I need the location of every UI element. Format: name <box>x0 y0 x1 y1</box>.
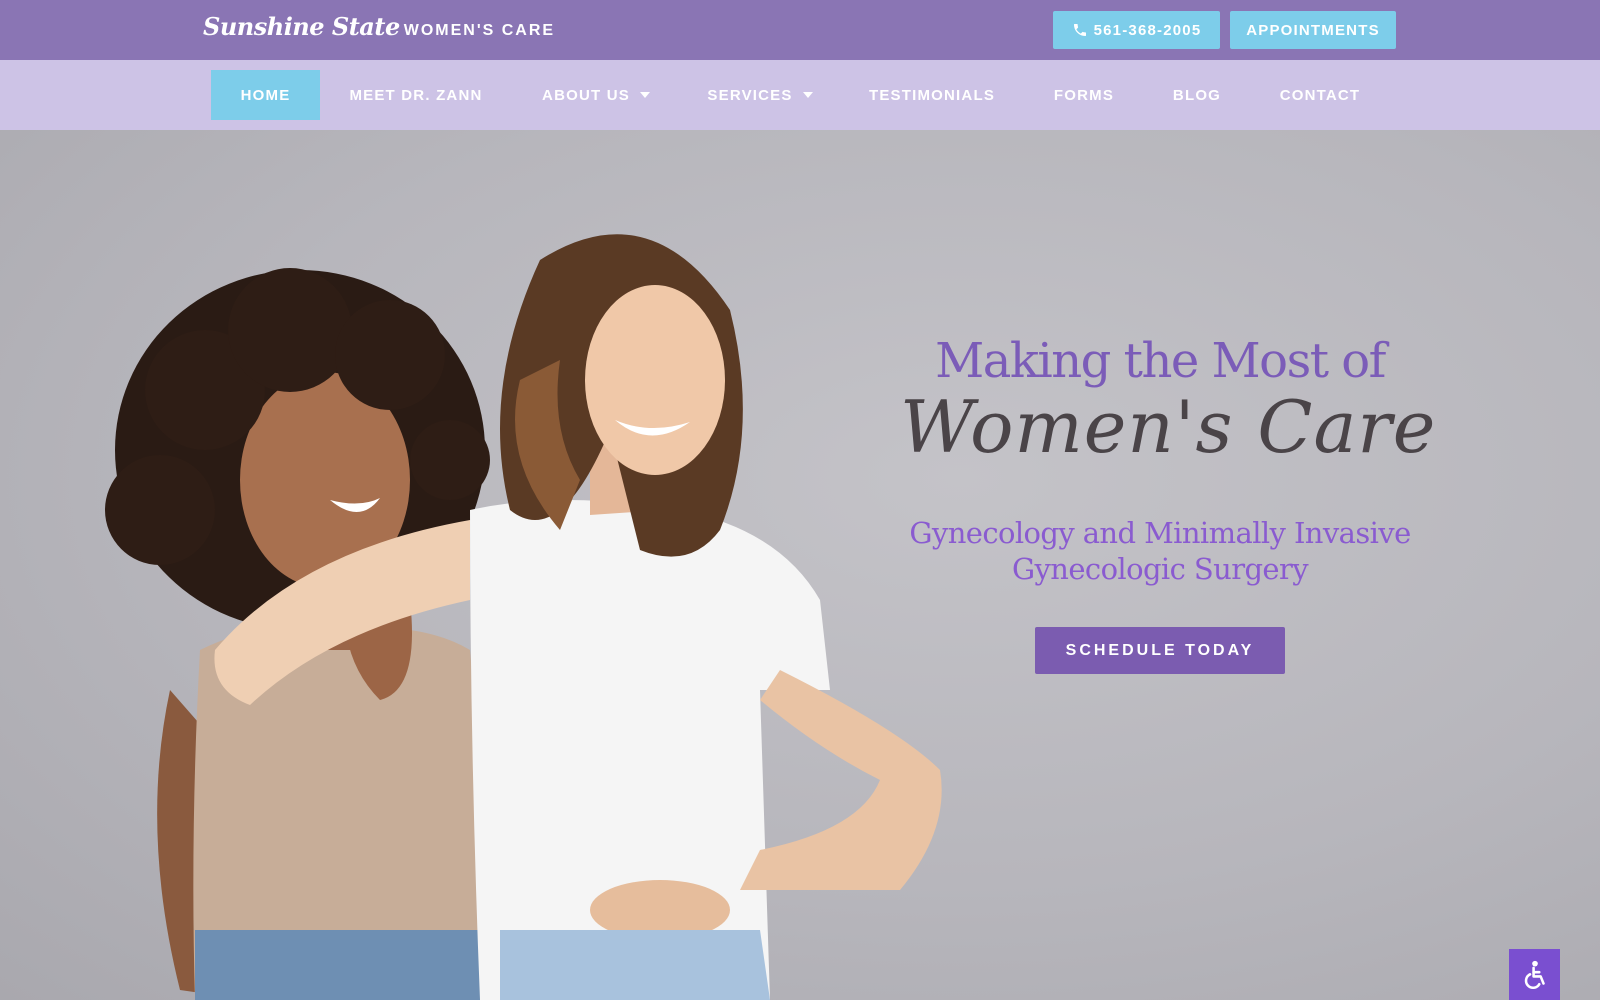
nav-item-label: CONTACT <box>1279 86 1361 104</box>
phone-button[interactable]: 561-368-2005 <box>1053 11 1220 49</box>
nav-item-label: BLOG <box>1172 86 1222 104</box>
appointments-button[interactable]: APPOINTMENTS <box>1230 11 1396 49</box>
nav-item-about-us[interactable]: ABOUT US <box>530 70 662 120</box>
schedule-today-button[interactable]: SCHEDULE TODAY <box>1035 627 1285 674</box>
nav-item-home[interactable]: HOME <box>211 70 320 120</box>
phone-icon <box>1073 24 1086 36</box>
caret-down-icon <box>639 92 650 98</box>
appointments-label: APPOINTMENTS <box>1246 21 1380 39</box>
nav-item-label: TESTIMONIALS <box>868 86 996 104</box>
main-nav: HOME MEET DR. ZANN ABOUT US SERVICES TES… <box>0 60 1600 130</box>
hero-title-line2: Women's Care <box>900 385 1437 469</box>
logo-script-text: Sunshine State <box>203 12 400 41</box>
nav-item-label: HOME <box>240 86 291 104</box>
wheelchair-icon <box>1524 960 1545 989</box>
hero-subtitle: Gynecology and Minimally Invasive Gyneco… <box>880 515 1440 587</box>
nav-item-forms[interactable]: FORMS <box>1040 70 1128 120</box>
nav-item-meet-dr-zann[interactable]: MEET DR. ZANN <box>340 70 492 120</box>
site-logo[interactable]: Sunshine State WOMEN'S CARE <box>203 12 555 48</box>
top-bar: Sunshine State WOMEN'S CARE 561-368-2005… <box>0 0 1600 60</box>
caret-down-icon <box>802 92 813 98</box>
nav-item-contact[interactable]: CONTACT <box>1270 70 1370 120</box>
hero-title-line1: Making the Most of <box>935 333 1386 389</box>
nav-item-label: MEET DR. ZANN <box>349 86 483 104</box>
accessibility-button[interactable] <box>1509 949 1560 1000</box>
hero-subtitle-line2: Gynecologic Surgery <box>1011 552 1309 586</box>
hero-section: Making the Most of Women's Care Gynecolo… <box>0 130 1600 1000</box>
nav-item-label: SERVICES <box>707 86 793 104</box>
hero-photo <box>105 234 942 1000</box>
hero-subtitle-line1: Gynecology and Minimally Invasive <box>909 516 1411 550</box>
logo-caps-text: WOMEN'S CARE <box>403 22 556 39</box>
nav-item-blog[interactable]: BLOG <box>1160 70 1234 120</box>
phone-number: 561-368-2005 <box>1093 21 1202 39</box>
nav-item-services[interactable]: SERVICES <box>694 70 826 120</box>
nav-item-label: ABOUT US <box>542 86 630 104</box>
nav-item-label: FORMS <box>1053 86 1115 104</box>
schedule-today-label: SCHEDULE TODAY <box>1065 641 1255 659</box>
nav-item-testimonials[interactable]: TESTIMONIALS <box>860 70 1004 120</box>
